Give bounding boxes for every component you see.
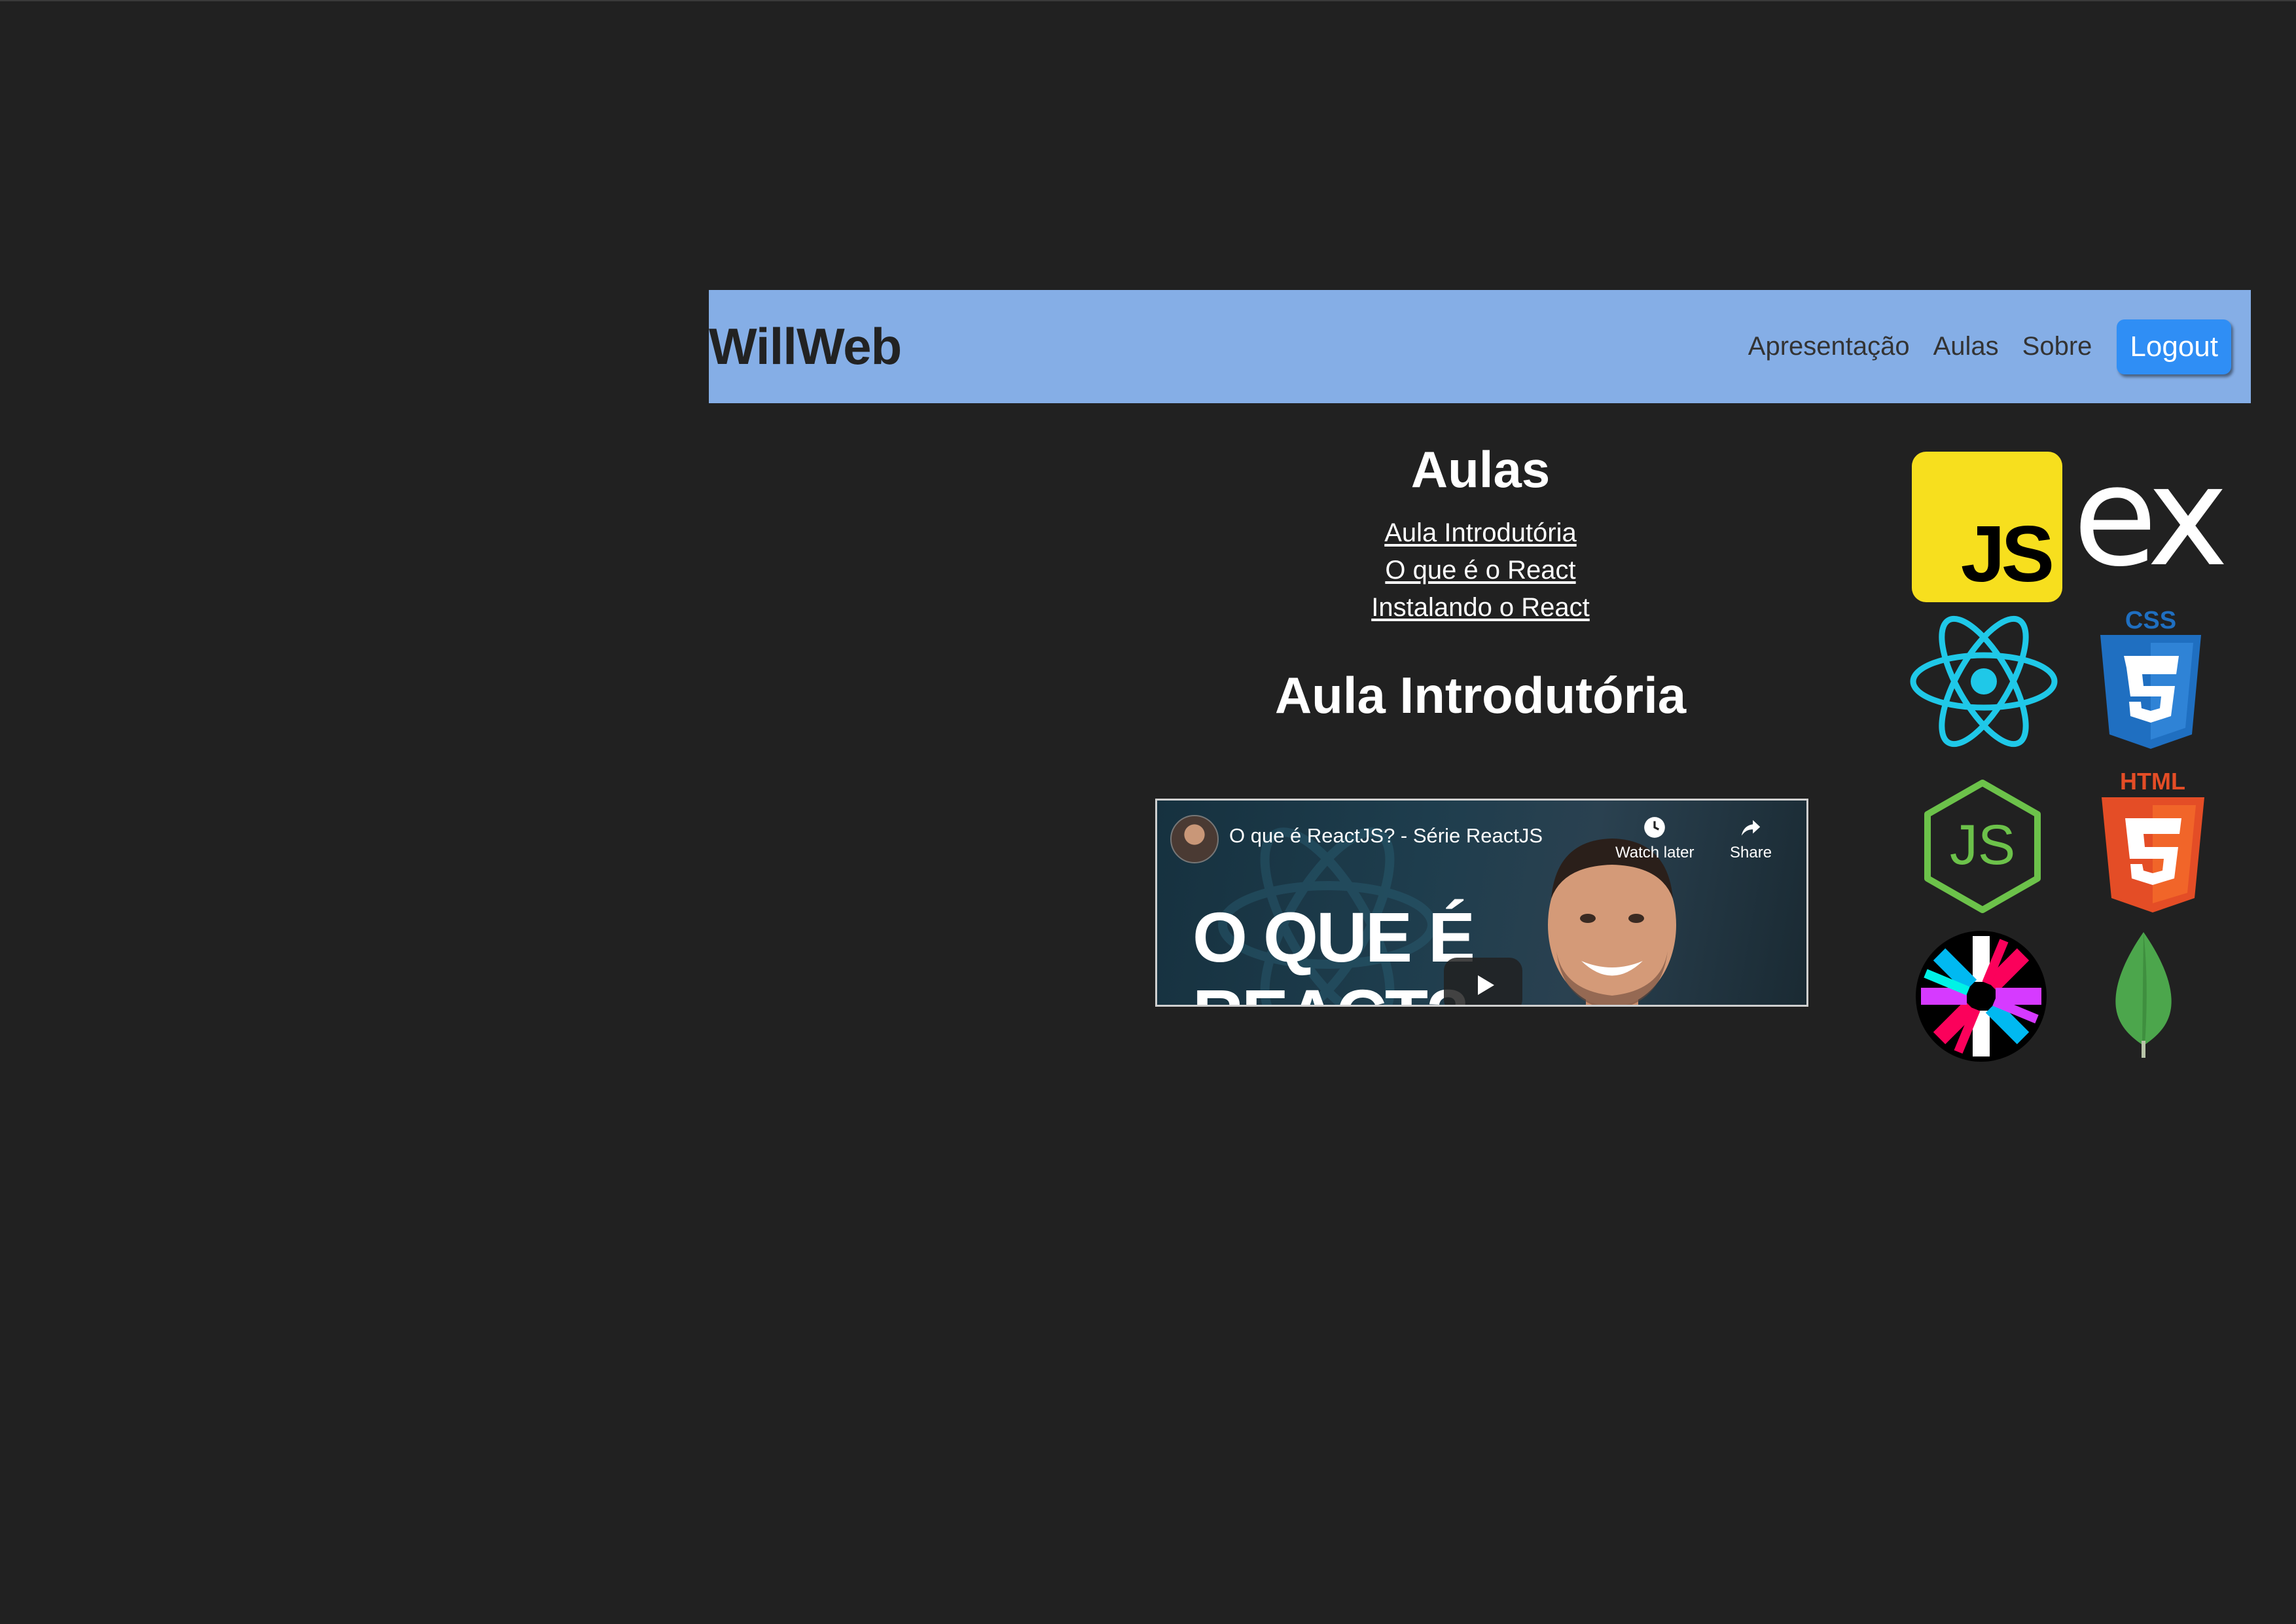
watch-later-button[interactable]: Watch later [1615, 815, 1694, 862]
share-button[interactable]: Share [1730, 815, 1772, 862]
brand-logo[interactable]: WillWeb [709, 317, 902, 376]
lesson-list: Aula Introdutória O que é o React Instal… [1113, 514, 1848, 626]
javascript-logo: JS [1912, 452, 2062, 602]
share-icon [1741, 820, 1761, 836]
video-title[interactable]: O que é ReactJS? - Série ReactJS [1229, 824, 1543, 848]
css3-logo: CSS [2100, 607, 2201, 749]
jwt-logo [1916, 931, 2047, 1062]
list-item: O que é o React [1113, 552, 1848, 589]
express-logo: ex [2073, 437, 2229, 597]
mongodb-logo [2115, 932, 2172, 1058]
section-title: Aulas [1410, 441, 1551, 498]
watch-later-label: Watch later [1615, 844, 1695, 861]
svg-text:JS: JS [1950, 814, 2015, 876]
html5-logo: HTML [2102, 768, 2204, 912]
lesson-link-install-react[interactable]: Instalando o React [1371, 593, 1590, 622]
html5-logo-text: HTML [2120, 768, 2185, 795]
nodejs-logo: JS [1924, 780, 2041, 913]
lesson-link-what-is-react[interactable]: O que é o React [1385, 556, 1575, 585]
navbar: WillWeb Apresentação Aulas Sobre Logout [709, 290, 2251, 403]
page: WillWeb Apresentação Aulas Sobre Logout … [0, 0, 2296, 1624]
react-logo [1910, 615, 2058, 748]
javascript-logo-text: JS [1960, 509, 2054, 598]
thumbnail-text: O QUE É REACT? [1193, 897, 1475, 1005]
thumbnail-text-line2: REACT? [1193, 975, 1469, 1005]
play-icon [1478, 975, 1494, 995]
list-item: Aula Introdutória [1113, 514, 1848, 552]
nav-link-apresentacao[interactable]: Apresentação [1748, 332, 1910, 361]
main-content: Aulas Aula Introdutória O que é o React … [1113, 433, 1848, 731]
list-item: Instalando o React [1113, 589, 1848, 626]
css3-logo-text: CSS [2125, 607, 2176, 634]
nav-link-aulas[interactable]: Aulas [1933, 332, 1999, 361]
share-label: Share [1730, 844, 1772, 861]
lesson-link-intro[interactable]: Aula Introdutória [1384, 518, 1577, 547]
channel-avatar[interactable] [1170, 815, 1219, 863]
nav-links: Apresentação Aulas Sobre Logout [1725, 319, 2231, 374]
logout-button[interactable]: Logout [2117, 319, 2231, 374]
tech-logos: JS ex CSS JS HTML [1901, 437, 2242, 1067]
thumbnail-text-line1: O QUE É [1193, 897, 1475, 977]
nav-link-sobre[interactable]: Sobre [2022, 332, 2092, 361]
current-lesson-title: Aula Introdutória [1274, 666, 1687, 724]
video-player[interactable]: O que é ReactJS? - Série ReactJS Watch l… [1155, 799, 1808, 1007]
play-button[interactable] [1444, 958, 1522, 1005]
clock-icon [1644, 817, 1666, 838]
